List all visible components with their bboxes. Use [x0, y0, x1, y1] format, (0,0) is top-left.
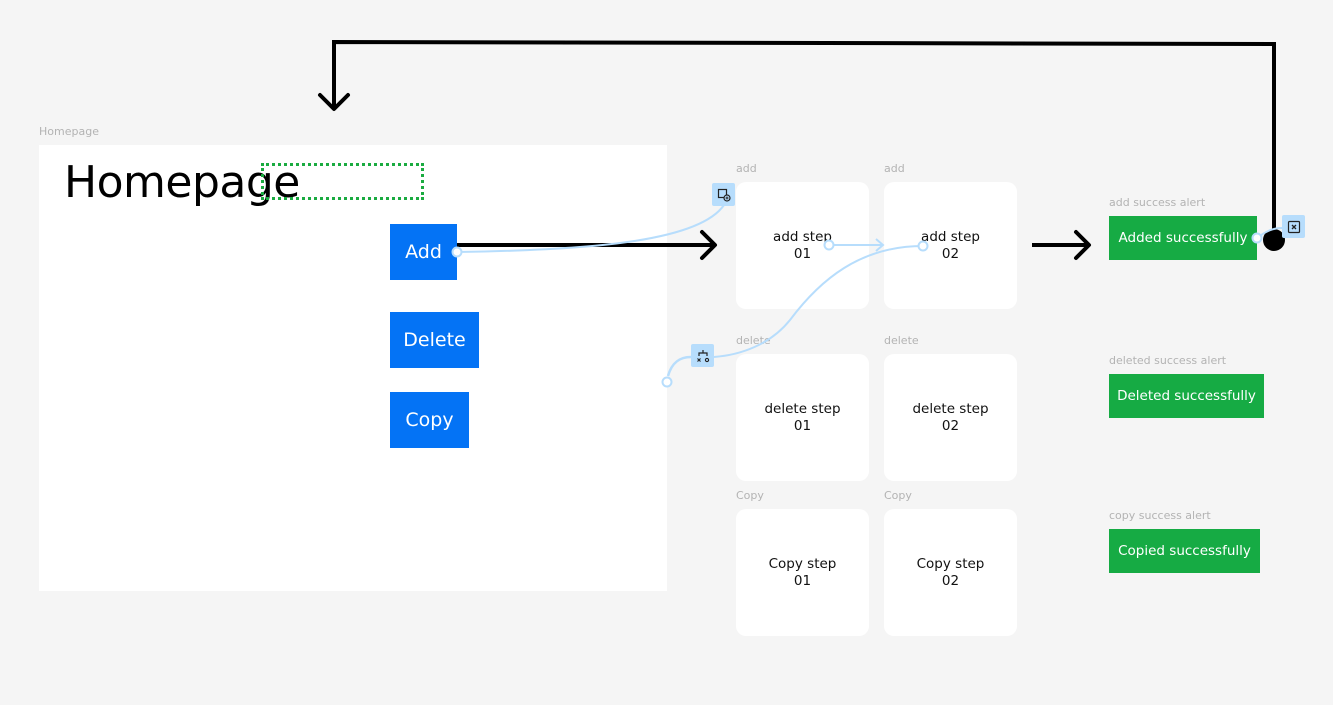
delete-step-2-frame[interactable]: delete step 02 [884, 354, 1017, 481]
close-overlay-icon [1287, 220, 1300, 233]
copy-step-1-title: Copy step [768, 555, 837, 572]
add-step-1-frame[interactable]: add step 01 [736, 182, 869, 309]
delete-step-1-title: delete step [764, 400, 841, 417]
copy-step-2-frame-label[interactable]: Copy [884, 489, 912, 502]
copy-step-2-number: 02 [941, 572, 960, 589]
copy-alert-frame-label[interactable]: copy success alert [1109, 509, 1211, 522]
selection-placeholder-box[interactable] [261, 163, 424, 200]
conditional-branch-icon [696, 349, 709, 362]
delete-button[interactable]: Delete [390, 312, 479, 368]
copy-step-2-title: Copy step [916, 555, 985, 572]
copy-step-1-frame[interactable]: Copy step 01 [736, 509, 869, 636]
prototype-link-branch-tail[interactable] [666, 355, 692, 377]
delete-step-2-number: 02 [941, 417, 960, 434]
add-step-2-number: 02 [941, 245, 960, 262]
copied-successfully-alert[interactable]: Copied successfully [1109, 529, 1260, 573]
add-step-1-number: 01 [793, 245, 812, 262]
delete-step-2-frame-label[interactable]: delete [884, 334, 919, 347]
add-step-2-frame[interactable]: add step 02 [884, 182, 1017, 309]
delete-step-1-number: 01 [793, 417, 812, 434]
copy-step-1-frame-label[interactable]: Copy [736, 489, 764, 502]
overlay-open-icon [717, 188, 731, 202]
prototype-link-step1-to-step2-arrowhead [875, 238, 885, 252]
delete-step-2-title: delete step [912, 400, 989, 417]
copy-step-1-number: 01 [793, 572, 812, 589]
close-overlay-badge[interactable] [1282, 215, 1305, 238]
homepage-frame-label[interactable]: Homepage [39, 125, 99, 138]
add-step-2-frame-label[interactable]: add [884, 162, 905, 175]
loop-back-arrowhead [318, 93, 350, 111]
overlay-open-badge[interactable] [712, 183, 735, 206]
add-step-2-title: add step [921, 228, 980, 245]
delete-step-1-frame[interactable]: delete step 01 [736, 354, 869, 481]
conditional-branch-badge[interactable] [691, 344, 714, 367]
add-button[interactable]: Add [390, 224, 457, 280]
add-alert-frame-label[interactable]: add success alert [1109, 196, 1205, 209]
deleted-successfully-alert[interactable]: Deleted successfully [1109, 374, 1264, 418]
added-successfully-alert[interactable]: Added successfully [1109, 216, 1257, 260]
prototype-link-alert-to-close[interactable] [1256, 227, 1283, 239]
homepage-frame[interactable]: Homepage [39, 145, 667, 591]
add-step-1-frame-label[interactable]: add [736, 162, 757, 175]
step-to-alert-arrowhead [1074, 230, 1091, 260]
add-step-1-title: add step [773, 228, 832, 245]
add-to-step-arrowhead [700, 230, 717, 260]
delete-alert-frame-label[interactable]: deleted success alert [1109, 354, 1226, 367]
delete-step-1-frame-label[interactable]: delete [736, 334, 771, 347]
copy-step-2-frame[interactable]: Copy step 02 [884, 509, 1017, 636]
copy-button[interactable]: Copy [390, 392, 469, 448]
